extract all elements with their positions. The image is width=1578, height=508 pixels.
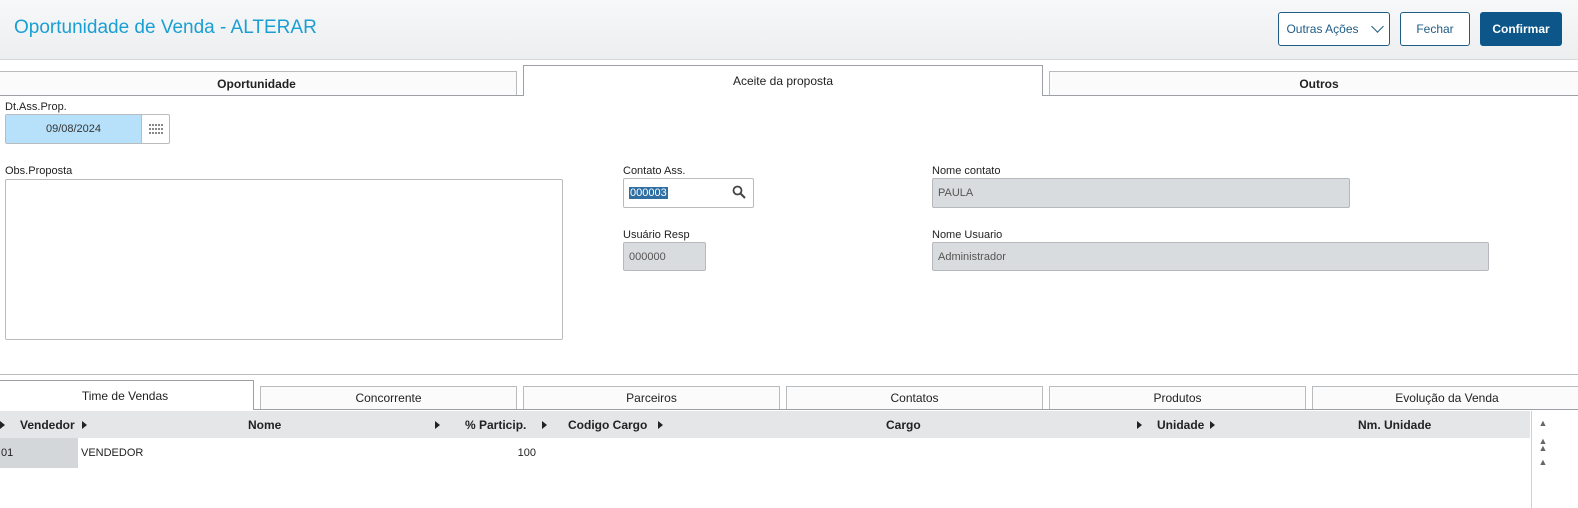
col-nm-unidade[interactable]: Nm. Unidade [1358,411,1431,438]
tab-evolucao-da-venda[interactable]: Evolução da Venda [1312,386,1578,409]
calendar-icon[interactable] [142,123,169,135]
sort-arrow-icon[interactable] [1137,421,1142,429]
usuario-resp-field: 000000 [623,242,706,271]
tab-produtos[interactable]: Produtos [1049,386,1306,409]
chevron-down-icon [1370,20,1384,33]
scroll-page-up-icon-2[interactable]: ▲ [1538,442,1548,454]
grid-scrollbar[interactable]: ▲ ▲ ▲ ▲ [1531,411,1554,508]
col-particip[interactable]: % Particip. [465,411,526,438]
sort-arrow-icon[interactable] [435,421,440,429]
contato-ass-label: Contato Ass. [623,165,686,177]
sort-arrow-icon[interactable] [542,421,547,429]
confirmar-button[interactable]: Confirmar [1480,12,1562,46]
scroll-up-icon[interactable]: ▲ [1538,456,1548,468]
sort-arrow-icon[interactable] [1210,421,1215,429]
contato-ass-input[interactable]: 000003 [623,178,754,208]
obs-proposta-label: Obs.Proposta [5,165,73,177]
dt-ass-prop-label: Dt.Ass.Prop. [5,101,67,113]
col-codigo-cargo[interactable]: Codigo Cargo [568,411,647,438]
fechar-button[interactable]: Fechar [1400,12,1470,46]
outras-acoes-label: Outras Ações [1286,22,1359,36]
outras-acoes-button[interactable]: Outras Ações [1278,12,1390,46]
grid-header: Vendedor Nome % Particip. Codigo Cargo C… [0,411,1530,438]
nome-usuario-label: Nome Usuario [932,229,1003,241]
tab-outros[interactable]: Outros [1049,71,1578,95]
usuario-resp-label: Usuário Resp [623,229,690,241]
col-nome[interactable]: Nome [248,411,281,438]
dt-ass-prop-value: 09/08/2024 [6,115,142,143]
nome-contato-label: Nome contato [932,165,1001,177]
col-cargo[interactable]: Cargo [886,411,921,438]
contato-ass-value: 000003 [629,187,668,199]
tab-oportunidade[interactable]: Oportunidade [0,71,517,95]
col-unidade[interactable]: Unidade [1157,411,1204,438]
section-divider [0,374,1578,375]
obs-proposta-textarea[interactable] [5,179,563,340]
sort-arrow-icon[interactable] [82,421,87,429]
page-header: Oportunidade de Venda - ALTERAR Outras A… [0,0,1578,60]
tab-concorrente[interactable]: Concorrente [260,386,517,409]
nome-usuario-field: Administrador [932,242,1489,271]
cell-nome[interactable]: VENDEDOR [81,438,143,468]
page-title: Oportunidade de Venda - ALTERAR [14,17,317,38]
col-vendedor[interactable]: Vendedor [20,411,75,438]
search-icon[interactable] [732,185,746,202]
cell-particip[interactable]: 100 [430,438,536,468]
tab-contatos[interactable]: Contatos [786,386,1043,409]
tab-parceiros[interactable]: Parceiros [523,386,780,409]
tab-time-de-vendas[interactable]: Time de Vendas [0,380,254,410]
tab-aceite-da-proposta[interactable]: Aceite da proposta [523,65,1043,96]
dt-ass-prop-field[interactable]: 09/08/2024 [5,114,170,144]
sort-arrow-icon[interactable] [0,421,5,429]
cell-vendedor[interactable]: 01 [0,438,78,468]
sort-arrow-icon[interactable] [658,421,663,429]
nome-contato-field: PAULA [932,178,1350,208]
scroll-top-icon[interactable]: ▲ [1538,417,1548,429]
